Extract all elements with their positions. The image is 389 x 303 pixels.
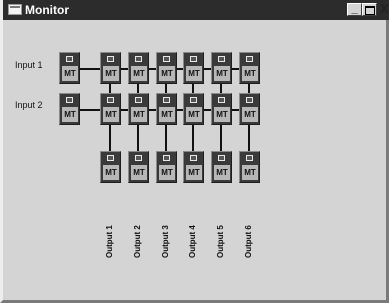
mt-label: MT	[242, 107, 258, 122]
mt-label: MT	[242, 66, 258, 81]
crosspoint-in2-out3[interactable]: MT	[156, 93, 177, 125]
crosspoint-in2-out5[interactable]: MT	[211, 93, 232, 125]
mt-label: MT	[131, 165, 147, 180]
output-module-3[interactable]: MT	[156, 151, 177, 183]
crosspoint-in1-out3[interactable]: MT	[156, 52, 177, 84]
maximize-icon	[364, 6, 375, 15]
mt-label: MT	[131, 107, 147, 122]
crosspoint-in1-out2[interactable]: MT	[128, 52, 149, 84]
output-label-5: Output 5	[216, 225, 225, 258]
crosspoint-in2-out1[interactable]: MT	[100, 93, 121, 125]
monitor-window: Monitor _ X Input 1 MT MT MT MT MT MT MT Input 2…	[0, 0, 389, 303]
window-title: Monitor	[25, 3, 69, 17]
crosspoint-in1-out4[interactable]: MT	[183, 52, 204, 84]
mt-label: MT	[214, 66, 230, 81]
output-label-4: Output 4	[188, 225, 197, 258]
mt-label: MT	[103, 165, 119, 180]
mt-label: MT	[159, 66, 175, 81]
mt-label: MT	[214, 107, 230, 122]
title-bar[interactable]: Monitor _ X	[3, 0, 389, 20]
mt-label: MT	[159, 107, 175, 122]
input-module-1[interactable]: MT	[59, 52, 80, 84]
input-module-2[interactable]: MT	[59, 93, 80, 125]
input-label-1: Input 1	[15, 60, 43, 70]
output-label-1: Output 1	[105, 225, 114, 258]
output-module-5[interactable]: MT	[211, 151, 232, 183]
mt-label: MT	[131, 66, 147, 81]
close-button[interactable]: X	[377, 2, 389, 16]
mt-label: MT	[186, 66, 202, 81]
mt-label: MT	[62, 107, 78, 122]
crosspoint-in2-out4[interactable]: MT	[183, 93, 204, 125]
mt-label: MT	[242, 165, 258, 180]
output-module-6[interactable]: MT	[239, 151, 260, 183]
mt-label: MT	[186, 107, 202, 122]
maximize-button[interactable]	[362, 3, 377, 16]
window-icon	[8, 4, 22, 15]
crosspoint-in1-out6[interactable]: MT	[239, 52, 260, 84]
output-label-3: Output 3	[161, 225, 170, 258]
crosspoint-in2-out2[interactable]: MT	[128, 93, 149, 125]
minimize-button[interactable]: _	[347, 3, 362, 16]
mt-label: MT	[103, 66, 119, 81]
output-label-6: Output 6	[244, 225, 253, 258]
mt-label: MT	[214, 165, 230, 180]
mt-label: MT	[103, 107, 119, 122]
crosspoint-in1-out5[interactable]: MT	[211, 52, 232, 84]
output-module-2[interactable]: MT	[128, 151, 149, 183]
input-label-2: Input 2	[15, 100, 43, 110]
mt-label: MT	[159, 165, 175, 180]
mt-label: MT	[62, 66, 78, 81]
output-label-2: Output 2	[133, 225, 142, 258]
output-module-4[interactable]: MT	[183, 151, 204, 183]
mt-label: MT	[186, 165, 202, 180]
crosspoint-in1-out1[interactable]: MT	[100, 52, 121, 84]
crosspoint-in2-out6[interactable]: MT	[239, 93, 260, 125]
output-module-1[interactable]: MT	[100, 151, 121, 183]
